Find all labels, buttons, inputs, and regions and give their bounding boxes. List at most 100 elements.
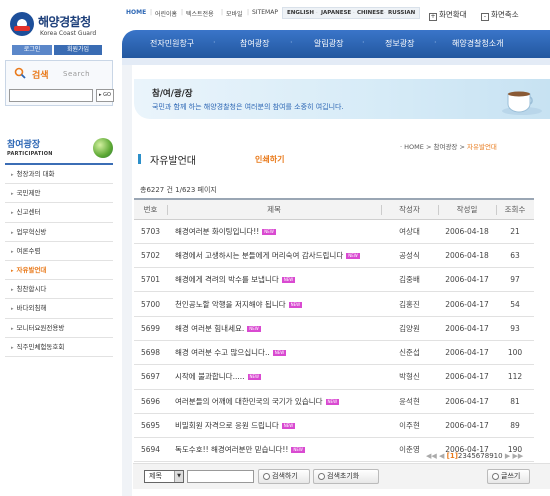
table-row[interactable]: 5701 해경에게 격려의 박수를 보냅니다 NEW 김중배 2006-04-17 97 [134, 267, 534, 293]
post-title-link[interactable]: 해경에서 고생하시는 분들에게 머리숙여 감사드립니다 [175, 251, 343, 260]
lang-english[interactable]: ENGLISH [287, 10, 314, 16]
table-row[interactable]: 5696 여러분들의 어깨에 대한민국의 국기가 있습니다 NEW 윤석현 2006-0… [134, 389, 534, 414]
page-link-1[interactable]: [1] [447, 452, 458, 460]
top-link-home[interactable]: HOME [126, 9, 146, 16]
nav-about[interactable]: 해양경찰청소개 [452, 38, 504, 49]
section-banner: 참/여/광/장 국민과 함께 하는 해양경찰청은 여러분의 참여를 소중히 여깁… [134, 79, 550, 119]
sidebar-item-opinion[interactable]: 여론수렴 [5, 242, 113, 261]
post-views: 100 [507, 348, 523, 358]
post-number: 5696 [140, 396, 161, 406]
post-title-link[interactable]: 비밀회원 자격으로 응원 드립니다 [175, 421, 279, 430]
sidebar-item-proposal[interactable]: 국민제안 [5, 184, 113, 204]
post-title-link[interactable]: 천인공노할 악행을 저지해야 됩니다 [175, 300, 286, 309]
lang-chinese[interactable]: CHINESE [357, 10, 384, 16]
breadcrumb: · HOME > 참여광장 > 자유발언대 [400, 143, 497, 151]
first-page-button[interactable]: ◀◀ [426, 452, 437, 460]
table-row[interactable]: 5697 시작에 불과합니다..... NEW 박형신 2006-04-17 112 [134, 364, 534, 390]
logo-english: Korea Coast Guard [40, 30, 97, 37]
post-title-link[interactable]: 여러분들의 어깨에 대한민국의 국기가 있습니다 [175, 397, 323, 406]
sidebar-item-report-center[interactable]: 신고센터 [5, 203, 113, 223]
lang-japanese[interactable]: JAPANESE [321, 10, 351, 16]
table-row[interactable]: 5702 해경에서 고생하시는 분들에게 머리숙여 감사드립니다 NEW 공성식 200… [134, 243, 534, 269]
post-title-link[interactable]: 해경 여러분 수고 많으십니다.. [175, 348, 270, 357]
sidebar-item-monitor[interactable]: 모니터요원전용방 [5, 319, 113, 338]
join-button[interactable]: 회원가입 [54, 45, 102, 55]
nav-participation[interactable]: 참여광장 [240, 38, 269, 49]
table-row[interactable]: 5700 천인공노할 악행을 저지해야 됩니다 NEW 김홍진 2006-04-17 54 [134, 291, 534, 317]
globe-icon [93, 138, 113, 158]
prev-page-button[interactable]: ◀ [439, 452, 444, 460]
new-badge: NEW [281, 423, 296, 430]
post-author: 윤석현 [399, 396, 420, 406]
login-button[interactable]: 로그인 [12, 45, 52, 55]
coffee-cup-icon [502, 91, 542, 115]
post-number: 5699 [140, 323, 161, 333]
search-reset-button[interactable]: 검색초기화 [313, 469, 379, 484]
post-views: 89 [510, 421, 520, 431]
post-number: 5703 [140, 226, 161, 236]
zoom-out-control[interactable]: - 화면축소 [481, 9, 519, 21]
post-title-link[interactable]: 해경여러분 화이팅입니다!! [175, 227, 259, 236]
new-badge: NEW [247, 374, 261, 381]
sidebar-menu: 청장과의 대화 국민제안 신고센터 업무혁신방 여론수렴 자유발언대 칭찬합시다… [5, 163, 113, 357]
table-row[interactable]: 5695 비밀회원 자격으로 응원 드립니다 NEW 이주현 2006-04-17 89 [134, 413, 534, 439]
top-link-mobile[interactable]: 모바일 [226, 9, 243, 18]
post-number: 5702 [140, 250, 161, 260]
page-link-10[interactable]: 10 [494, 452, 503, 460]
coast-guard-emblem-icon [10, 12, 34, 36]
nav-e-civil[interactable]: 전자민원창구 [150, 38, 194, 49]
sidebar-item-free-board[interactable]: 자유발언대 [5, 261, 113, 281]
nav-information[interactable]: 정보광장 [385, 38, 414, 49]
sidebar-item-club[interactable]: 직주민체험동호회 [5, 338, 113, 357]
search-go-button[interactable]: ▸ GO [96, 89, 114, 102]
post-author: 공성식 [399, 250, 420, 260]
post-date: 2006-04-18 [445, 226, 489, 236]
sidebar-item-sea-shout[interactable]: 바다외침해 [5, 299, 113, 319]
post-title-link[interactable]: 해경에게 격려의 박수를 보냅니다 [175, 275, 279, 284]
post-title-link[interactable]: 시작에 불과합니다..... [175, 372, 245, 381]
write-button[interactable]: 글쓰기 [487, 469, 530, 484]
table-row[interactable]: 5703 해경여러분 화이팅입니다!! NEW 여상대 2006-04-18 21 [134, 219, 534, 244]
top-link-text-only[interactable]: 텍스트전용 [186, 9, 214, 18]
post-title-link[interactable]: 해경 여러분 힘내세요. [175, 324, 244, 333]
search-button[interactable]: 검색하기 [258, 469, 310, 484]
site-search-input[interactable] [9, 89, 93, 102]
sidebar-item-innovation[interactable]: 업무혁신방 [5, 223, 113, 242]
post-views: 112 [507, 372, 523, 382]
search-keyword-input[interactable] [187, 470, 254, 483]
table-row[interactable]: 5699 해경 여러분 힘내세요. NEW 김양원 2006-04-17 93 [134, 316, 534, 341]
lang-russian[interactable]: RUSSIAN [388, 10, 415, 16]
search-sublabel: Search [63, 70, 91, 78]
main-navigation: 전자민원창구 · 참여광장 · 알림광장 · 정보광장 · 해양경찰청소개 [122, 30, 550, 58]
sidebar-subtitle: PARTICIPATION [7, 151, 53, 157]
print-link[interactable]: 인쇄하기 [255, 154, 284, 165]
last-page-button[interactable]: ▶▶ [512, 452, 523, 460]
table-row[interactable]: 5698 해경 여러분 수고 많으십니다.. NEW 신준섭 2006-04-17 100 [134, 340, 534, 366]
zoom-in-icon: + [429, 13, 437, 21]
search-field-select[interactable]: 제목 ▼ [144, 470, 184, 483]
post-number: 5701 [140, 275, 161, 285]
new-badge: NEW [281, 277, 296, 284]
zoom-in-control[interactable]: + 화면확대 [429, 9, 467, 21]
reset-button-icon [318, 473, 325, 480]
next-page-button[interactable]: ▶ [505, 452, 510, 460]
top-link-kids[interactable]: 어린이홈 [155, 9, 177, 18]
breadcrumb-home[interactable]: HOME [404, 143, 424, 151]
board-search-bar: 제목 ▼ 검색하기 검색초기화 글쓰기 [133, 463, 550, 489]
sub-nav-strip [122, 58, 550, 65]
top-link-sitemap[interactable]: SITEMAP [252, 9, 278, 16]
col-header-author: 작성자 [381, 198, 438, 220]
post-author: 김양원 [399, 323, 420, 333]
language-selector: ENGLISH · JAPANESE · CHINESE · RUSSIAN [282, 7, 420, 19]
search-field-value: 제목 [149, 472, 162, 480]
post-title-link[interactable]: 독도수호!! 해경여러분만 믿습니다!! [175, 445, 288, 454]
breadcrumb-parent[interactable]: 참여광장 [433, 143, 457, 151]
sidebar-item-ceo-dialog[interactable]: 청장과의 대화 [5, 165, 113, 185]
breadcrumb-current: 자유발언대 [467, 143, 497, 151]
post-date: 2006-04-18 [445, 250, 489, 260]
post-number: 5695 [140, 421, 161, 431]
sidebar-item-praise[interactable]: 칭찬합시다 [5, 280, 113, 300]
site-logo[interactable]: 해양경찰청 Korea Coast Guard [10, 10, 110, 40]
sidebar-header: 참여광장 PARTICIPATION [5, 135, 113, 161]
nav-notice[interactable]: 알림광장 [314, 38, 343, 49]
